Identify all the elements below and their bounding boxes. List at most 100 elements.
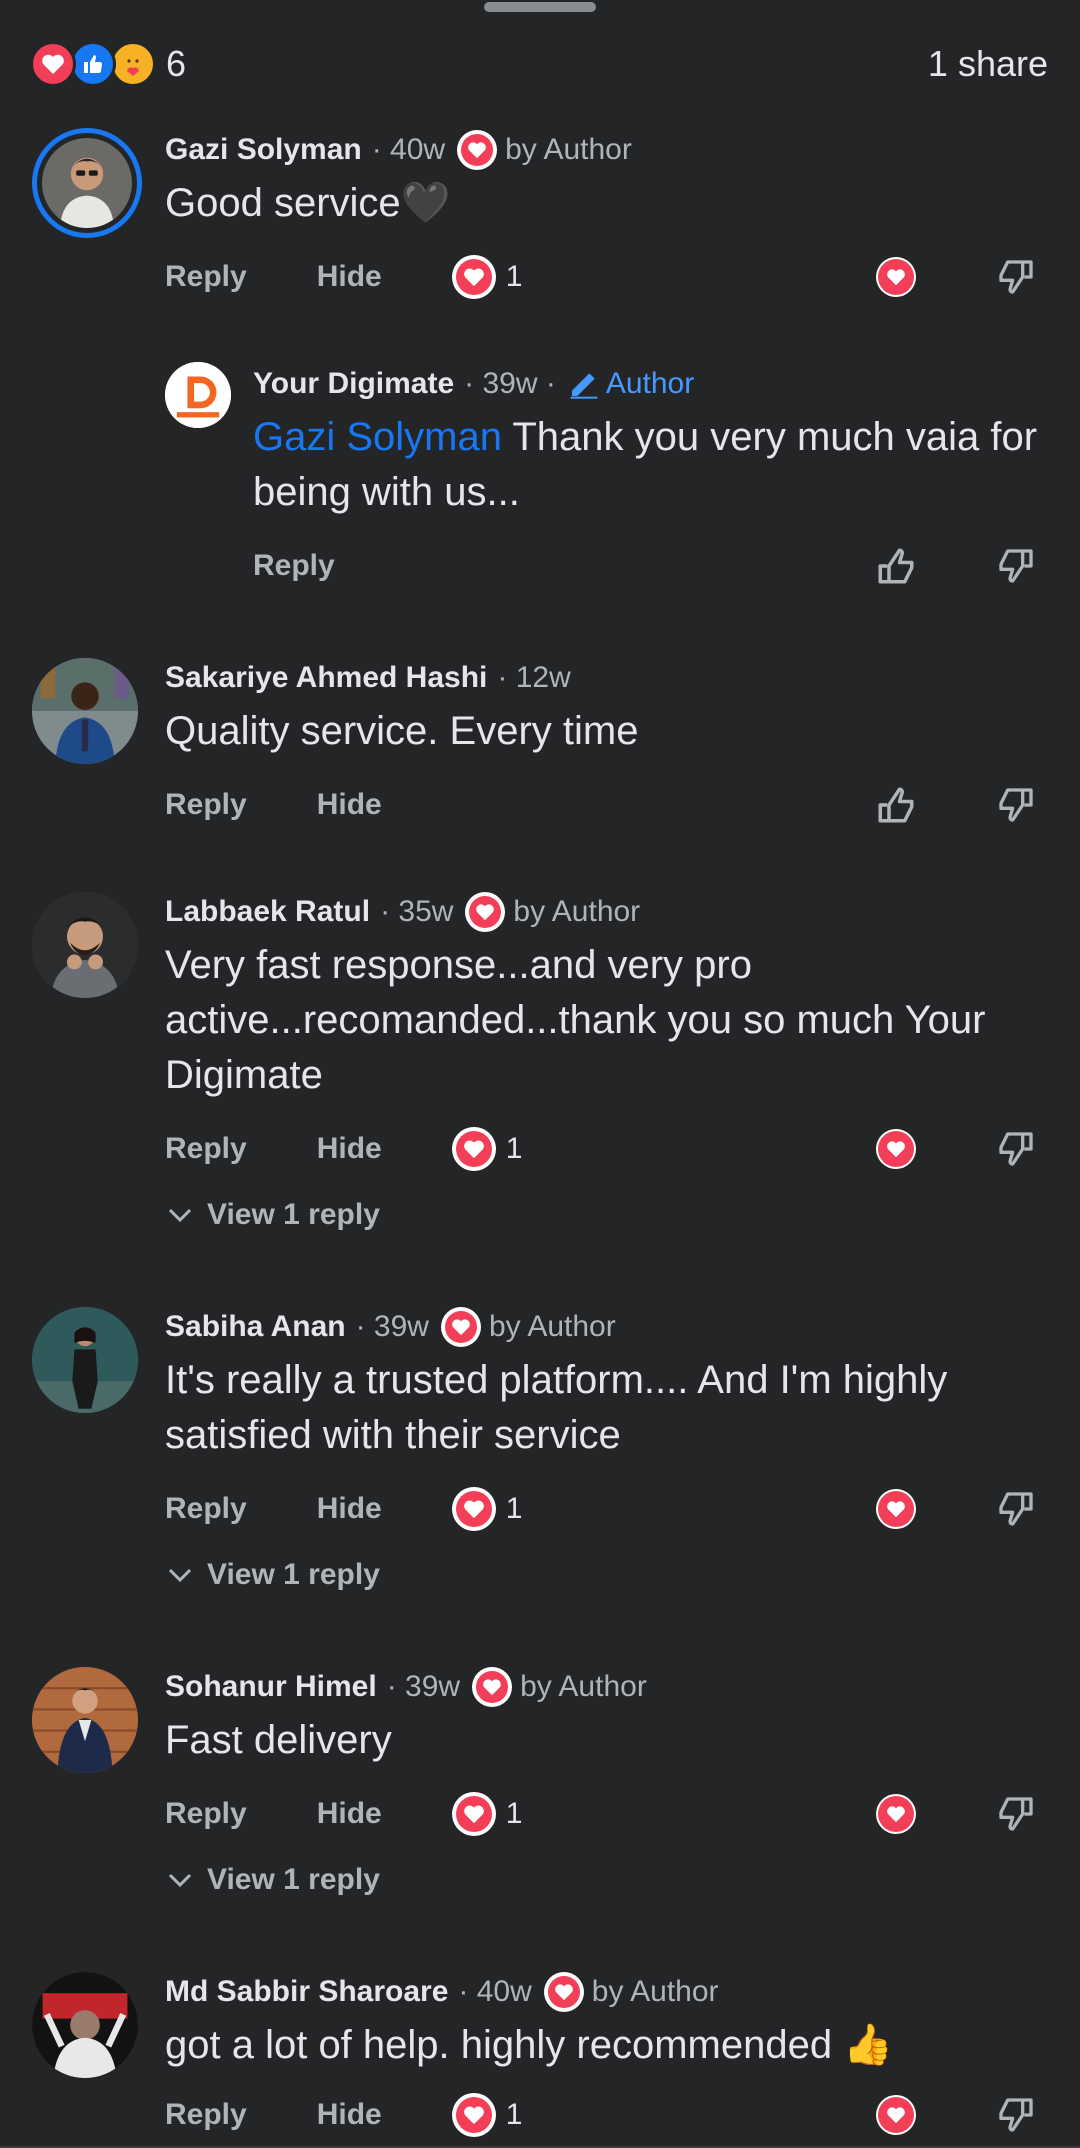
avatar[interactable]	[32, 128, 142, 238]
reaction-count: 1	[505, 1132, 523, 1165]
avatar[interactable]	[32, 1307, 138, 1413]
love-react-button[interactable]	[872, 1790, 920, 1838]
thumbs-down-icon	[999, 549, 1033, 583]
by-author-label: by Author	[591, 1975, 719, 2008]
comment-text: Gazi Solyman Thank you very much vaia fo…	[253, 410, 1040, 520]
thumbs-down-icon	[999, 1132, 1033, 1166]
like-button[interactable]	[872, 542, 920, 590]
reaction-count: 1	[505, 1797, 523, 1830]
avatar[interactable]	[165, 362, 231, 428]
reaction-count: 1	[505, 1492, 523, 1525]
pencil-icon	[570, 373, 598, 399]
reply-button[interactable]: Reply	[165, 1132, 247, 1166]
comment-text: Very fast response...and very pro active…	[165, 943, 986, 1097]
chevron-down-icon	[168, 1568, 192, 1583]
reaction-count: 6	[166, 43, 187, 84]
reaction-summary: 6 1 share	[30, 38, 1048, 90]
comment-text: Fast delivery	[165, 1718, 392, 1762]
drag-handle[interactable]	[484, 2, 596, 12]
commenter-name[interactable]: Labbaek Ratul	[165, 895, 370, 929]
commenter-name[interactable]: Sakariye Ahmed Hashi	[165, 661, 487, 695]
downvote-button[interactable]	[992, 542, 1040, 590]
love-icon	[465, 892, 506, 932]
commenter-name[interactable]: Your Digimate	[253, 367, 454, 401]
chevron-down-icon	[168, 1873, 192, 1888]
hide-button[interactable]: Hide	[317, 1132, 382, 1166]
comment-time: · 35w	[380, 895, 454, 928]
love-icon	[451, 1487, 496, 1531]
reply-button[interactable]: Reply	[165, 1797, 247, 1831]
avatar[interactable]	[32, 658, 138, 764]
love-react-button[interactable]	[872, 253, 920, 301]
like-button[interactable]	[872, 781, 920, 829]
downvote-button[interactable]	[992, 253, 1040, 301]
commenter-name[interactable]: Sabiha Anan	[165, 1310, 346, 1344]
author-liked-badge: by Author	[465, 892, 640, 932]
commenter-name[interactable]: Md Sabbir Sharoare	[165, 1975, 448, 2009]
comment-text: got a lot of help. highly recommended 👍	[165, 2023, 893, 2067]
reaction-count-button[interactable]: 1	[451, 2093, 523, 2137]
thumbs-down-icon	[999, 1797, 1033, 1831]
reaction-count-button[interactable]: 1	[451, 1487, 523, 1531]
reply-button[interactable]: Reply	[165, 788, 247, 822]
hide-button[interactable]: Hide	[317, 260, 382, 294]
downvote-button[interactable]	[992, 1485, 1040, 1533]
love-react-button[interactable]	[872, 1485, 920, 1533]
view-reply-label: View 1 reply	[207, 1558, 380, 1591]
comment-time: · 39w ·	[464, 367, 556, 400]
love-icon	[876, 1489, 916, 1529]
love-icon	[457, 130, 498, 170]
reply-button[interactable]: Reply	[253, 549, 335, 583]
view-replies-button[interactable]: View 1 reply	[165, 1553, 1040, 1597]
love-react-button[interactable]	[872, 1125, 920, 1173]
author-label: Author	[605, 367, 695, 400]
comment-text: Quality service. Every time	[165, 709, 639, 753]
commenter-name[interactable]: Sohanur Himel	[165, 1670, 377, 1704]
love-icon	[876, 1129, 916, 1169]
avatar[interactable]	[32, 1972, 138, 2078]
view-reply-label: View 1 reply	[207, 1863, 380, 1896]
downvote-button[interactable]	[992, 1790, 1040, 1838]
share-count[interactable]: 1 share	[928, 43, 1048, 85]
hide-button[interactable]: Hide	[317, 2098, 382, 2132]
reaction-count-button[interactable]: 1	[451, 255, 522, 299]
reply-button[interactable]: Reply	[165, 1492, 247, 1526]
author-badge: Author	[568, 367, 694, 401]
by-author-label: by Author	[513, 895, 641, 928]
chevron-down-icon	[168, 1208, 192, 1223]
commenter-name[interactable]: Gazi Solyman	[165, 133, 362, 167]
hide-button[interactable]: Hide	[317, 1797, 382, 1831]
comment-time: · 40w	[371, 133, 446, 166]
hide-button[interactable]: Hide	[317, 1492, 382, 1526]
love-react-button[interactable]	[872, 2091, 920, 2139]
mention-link[interactable]: Gazi Solyman	[253, 415, 502, 459]
avatar[interactable]	[32, 892, 138, 998]
comment-time: · 39w	[386, 1670, 461, 1703]
view-replies-button[interactable]: View 1 reply	[165, 1858, 1040, 1902]
love-icon	[451, 255, 496, 299]
comment-time: · 40w	[458, 1975, 532, 2008]
author-liked-badge: by Author	[472, 1667, 647, 1707]
love-icon	[451, 1127, 496, 1171]
by-author-label: by Author	[520, 1670, 647, 1703]
thumbs-down-icon	[999, 788, 1033, 822]
downvote-button[interactable]	[992, 1125, 1040, 1173]
love-icon	[543, 1972, 584, 2012]
reaction-icons[interactable]: 6	[30, 41, 186, 87]
comment-text: Good service🖤	[165, 181, 451, 225]
thumbs-down-icon	[999, 1492, 1033, 1526]
view-reply-label: View 1 reply	[207, 1198, 380, 1231]
reaction-count: 1	[505, 2098, 523, 2131]
downvote-button[interactable]	[992, 2091, 1040, 2139]
hide-button[interactable]: Hide	[317, 788, 382, 822]
downvote-button[interactable]	[992, 781, 1040, 829]
love-icon	[876, 257, 916, 297]
view-replies-button[interactable]: View 1 reply	[165, 1193, 1040, 1237]
reply-button[interactable]: Reply	[165, 2098, 247, 2132]
reaction-count-button[interactable]: 1	[451, 1792, 523, 1836]
reply-button[interactable]: Reply	[165, 260, 247, 294]
reaction-count-button[interactable]: 1	[451, 1127, 523, 1171]
comment-time: · 12w	[497, 661, 571, 694]
avatar[interactable]	[32, 1667, 138, 1773]
love-icon	[440, 1307, 481, 1347]
